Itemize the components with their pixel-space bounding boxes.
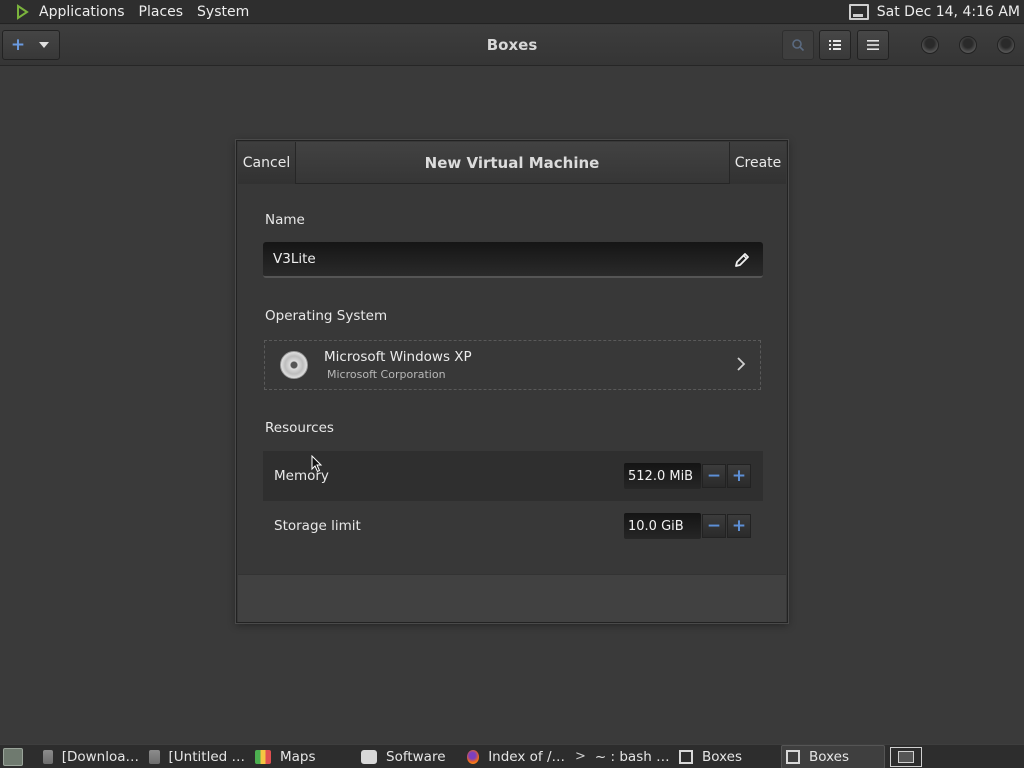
- menu-applications[interactable]: Applications: [32, 0, 132, 24]
- task-label: [Downloa…: [61, 748, 139, 765]
- task-label: [Untitled …: [168, 748, 245, 765]
- folder-icon: [43, 749, 53, 764]
- boxes-icon: [786, 749, 800, 764]
- task-firefox[interactable]: Index of /…: [463, 745, 571, 768]
- os-name: Microsoft Windows XP: [324, 349, 472, 365]
- minus-icon: −: [706, 466, 722, 486]
- clock[interactable]: Sat Dec 14, 4:16 AM: [877, 4, 1020, 20]
- terminal-icon: >: [575, 748, 586, 764]
- show-desktop-icon[interactable]: [3, 747, 23, 766]
- new-box-button[interactable]: +: [2, 30, 60, 60]
- os-selector[interactable]: Microsoft Windows XP Microsoft Corporati…: [264, 340, 761, 390]
- task-terminal[interactable]: > ~ : bash …: [571, 745, 675, 768]
- document-icon: [149, 749, 160, 764]
- dialog-footer: [238, 574, 786, 622]
- search-button[interactable]: [782, 30, 814, 60]
- workspace-1[interactable]: [898, 750, 914, 763]
- new-vm-dialog: Cancel New Virtual Machine Create Name V…: [236, 140, 788, 623]
- storage-row: Storage limit 10.0 GiB − +: [263, 501, 763, 551]
- software-icon: [361, 749, 377, 764]
- taskbar: [Downloa… [Untitled … Maps Software Inde…: [0, 744, 1024, 768]
- firefox-icon: [467, 749, 480, 764]
- chevron-right-icon: [737, 357, 746, 371]
- task-downloads[interactable]: [Downloa…: [39, 745, 145, 768]
- storage-increase-button[interactable]: +: [727, 514, 751, 538]
- applications-logo-icon[interactable]: [14, 3, 30, 20]
- header-bar: + Boxes: [0, 25, 1024, 66]
- task-untitled[interactable]: [Untitled …: [145, 745, 251, 768]
- dialog-title: New Virtual Machine: [424, 154, 600, 172]
- storage-decrease-button[interactable]: −: [702, 514, 726, 538]
- menu-system[interactable]: System: [190, 0, 256, 24]
- memory-row: Memory 512.0 MiB − +: [263, 451, 763, 501]
- name-value: V3Lite: [273, 251, 316, 267]
- name-section-label: Name: [265, 212, 305, 228]
- mouse-pointer-icon: [311, 455, 323, 473]
- create-button[interactable]: Create: [729, 142, 786, 184]
- cd-disc-icon: [280, 351, 308, 379]
- task-label: Index of /…: [488, 748, 565, 765]
- task-label: ~ : bash …: [594, 748, 670, 765]
- task-label: Software: [386, 748, 446, 765]
- task-maps[interactable]: Maps: [251, 745, 357, 768]
- task-boxes[interactable]: Boxes: [675, 745, 781, 768]
- storage-value-field[interactable]: 10.0 GiB: [624, 513, 701, 539]
- plus-icon: +: [731, 466, 747, 486]
- minus-icon: −: [706, 516, 722, 536]
- edit-pencil-icon[interactable]: [733, 251, 751, 269]
- os-vendor: Microsoft Corporation: [327, 368, 446, 381]
- memory-spinner: 512.0 MiB − +: [624, 463, 751, 489]
- memory-increase-button[interactable]: +: [727, 464, 751, 488]
- plus-icon: +: [10, 35, 26, 55]
- task-software[interactable]: Software: [357, 745, 463, 768]
- memory-value-field[interactable]: 512.0 MiB: [624, 463, 701, 489]
- os-section-label: Operating System: [265, 308, 388, 324]
- top-panel: Applications Places System Sat Dec 14, 4…: [0, 0, 1024, 24]
- main-menu-button[interactable]: [857, 30, 889, 60]
- display-icon[interactable]: [848, 3, 869, 20]
- search-icon: [792, 39, 805, 52]
- close-button[interactable]: [997, 36, 1015, 54]
- storage-spinner: 10.0 GiB − +: [624, 513, 751, 539]
- hamburger-menu-icon: [867, 40, 879, 50]
- task-label: Boxes: [702, 748, 743, 765]
- maps-icon: [255, 749, 271, 764]
- boxes-icon: [679, 749, 693, 764]
- workspace-switcher[interactable]: [890, 746, 922, 767]
- selection-mode-icon: [829, 40, 841, 50]
- name-field[interactable]: V3Lite: [263, 242, 763, 278]
- dialog-header: Cancel New Virtual Machine Create: [238, 142, 786, 184]
- selection-mode-button[interactable]: [819, 30, 851, 60]
- memory-decrease-button[interactable]: −: [702, 464, 726, 488]
- resources-section-label: Resources: [265, 420, 334, 436]
- maximize-button[interactable]: [959, 36, 977, 54]
- minimize-button[interactable]: [921, 36, 939, 54]
- task-label: Maps: [280, 748, 316, 765]
- plus-icon: +: [731, 516, 747, 536]
- task-boxes-active[interactable]: Boxes: [781, 744, 885, 768]
- menu-places[interactable]: Places: [132, 0, 191, 24]
- chevron-down-icon: [39, 42, 49, 48]
- task-label: Boxes: [809, 748, 850, 765]
